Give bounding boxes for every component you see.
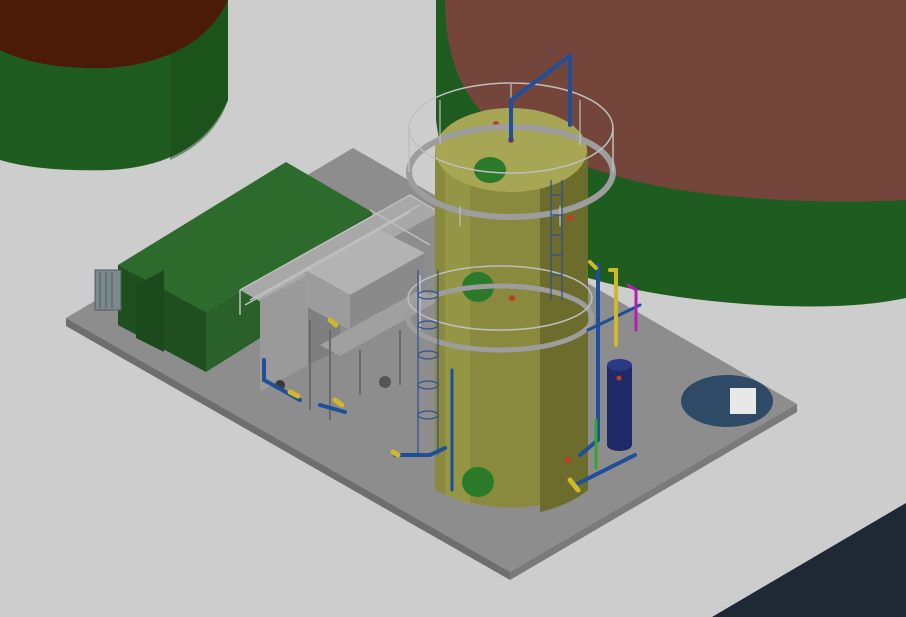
storage-tank-left[interactable]	[0, 0, 228, 171]
cad-3d-viewport[interactable]	[0, 0, 906, 617]
vent-grille	[94, 269, 122, 311]
manhole[interactable]	[474, 157, 506, 183]
nozzle	[509, 295, 515, 301]
drain-sump[interactable]	[681, 375, 773, 427]
scrubber-column[interactable]	[435, 108, 588, 512]
pump[interactable]	[379, 376, 391, 388]
separator-vessel[interactable]	[607, 359, 632, 451]
manhole[interactable]	[462, 467, 494, 497]
nozzle	[567, 215, 573, 221]
sump-cover	[730, 388, 756, 414]
nozzle	[565, 457, 571, 463]
